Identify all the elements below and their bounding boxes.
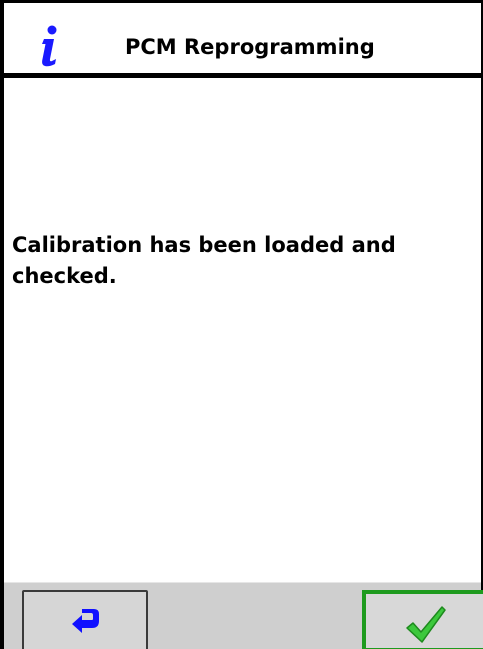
back-button[interactable] [22, 590, 148, 649]
main-content: Calibration has been loaded and checked. [4, 78, 481, 582]
ok-button[interactable] [362, 590, 483, 649]
footer-toolbar [4, 582, 483, 649]
header: PCM Reprogramming [4, 3, 481, 73]
info-icon [38, 25, 62, 69]
back-arrow-icon [72, 609, 99, 633]
page-title: PCM Reprogramming [125, 35, 375, 59]
screen: PCM Reprogramming Calibration has been l… [0, 0, 483, 649]
status-message: Calibration has been loaded and checked. [12, 233, 396, 288]
checkmark-icon [406, 606, 446, 643]
